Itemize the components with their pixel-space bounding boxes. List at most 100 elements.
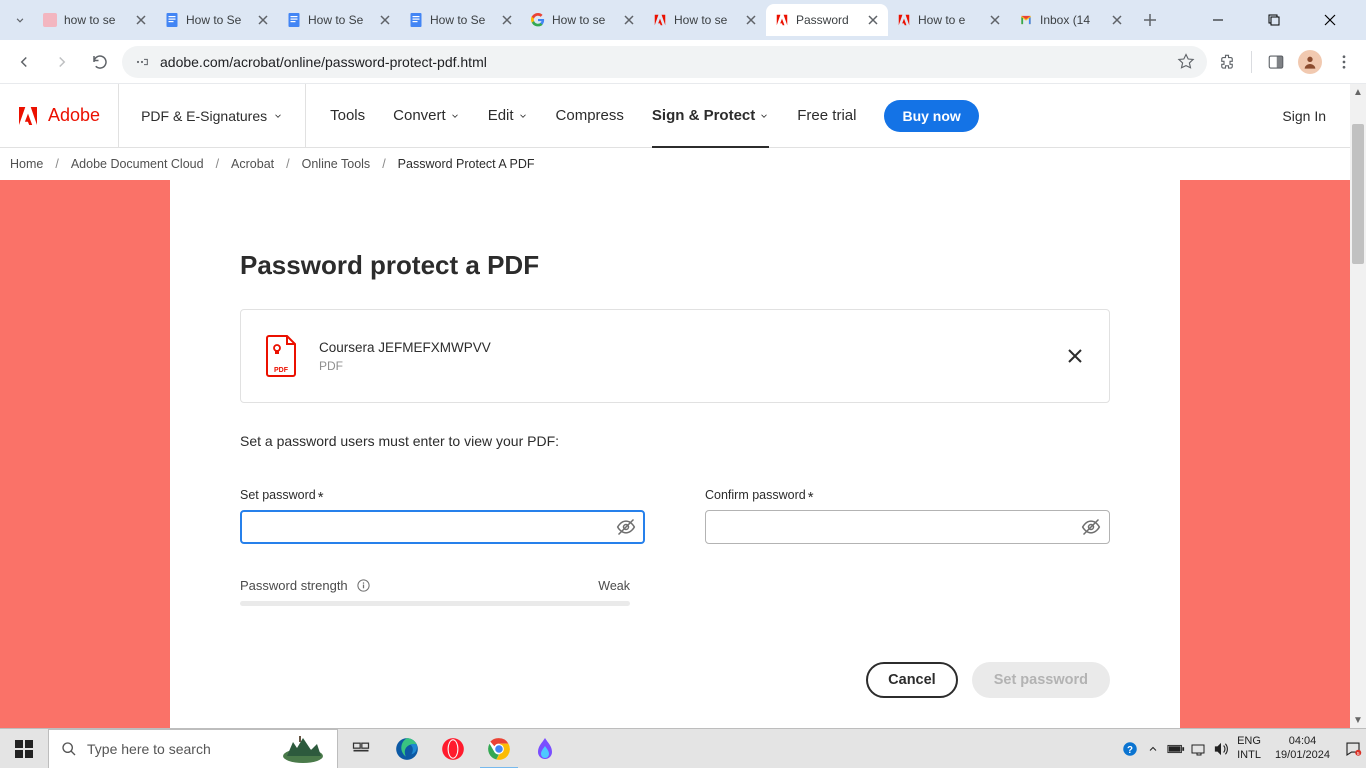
scroll-thumb[interactable] [1352,124,1364,264]
tray-clock[interactable]: 04:04 19/01/2024 [1269,735,1336,763]
close-icon[interactable] [1110,13,1124,27]
browser-tab[interactable]: how to se [34,4,156,36]
scroll-down-arrow[interactable]: ▼ [1350,712,1366,728]
browser-tab[interactable]: How to Se [278,4,400,36]
tray-overflow-button[interactable] [1147,743,1159,755]
browser-tab[interactable]: How to e [888,4,1010,36]
tab-title: Inbox (14 [1040,13,1104,27]
task-view-button[interactable] [338,729,384,768]
adobe-brand-text: Adobe [48,105,100,126]
reload-button[interactable] [84,46,116,78]
site-info-icon[interactable] [134,54,150,70]
browser-tab[interactable]: How to Se [156,4,278,36]
nav-tools[interactable]: Tools [330,84,365,147]
browser-tab[interactable]: Inbox (14 [1010,4,1132,36]
browser-tab[interactable]: How to se [644,4,766,36]
taskbar-edge[interactable] [384,729,430,768]
close-icon[interactable] [378,13,392,27]
set-password-input[interactable] [240,510,645,544]
toggle-password-visibility[interactable] [1080,516,1102,538]
tab-search-dropdown[interactable] [6,6,34,34]
toggle-password-visibility[interactable] [615,516,637,538]
close-icon[interactable] [134,13,148,27]
nav-convert[interactable]: Convert [393,84,460,147]
buy-now-button[interactable]: Buy now [884,100,978,132]
browser-tab[interactable]: How to Se [400,4,522,36]
bookmark-icon[interactable] [1177,53,1195,71]
tray-language[interactable]: ENG INTL [1237,735,1261,761]
window-minimize-button[interactable] [1198,5,1238,35]
volume-icon [1213,742,1229,756]
remove-file-button[interactable] [1063,344,1087,368]
browser-tab-active[interactable]: Password [766,4,888,36]
breadcrumb-current: Password Protect A PDF [398,157,535,171]
browser-toolbar: adobe.com/acrobat/online/password-protec… [0,40,1366,84]
back-button[interactable] [8,46,40,78]
windows-logo-icon [15,740,33,758]
chevron-down-icon [273,111,283,121]
notification-icon: 5 [1344,740,1362,758]
clock-date: 19/01/2024 [1275,749,1330,763]
chevron-down-icon [518,111,528,121]
nav-label: PDF & E-Signatures [141,108,267,124]
kebab-menu-icon[interactable] [1330,48,1358,76]
extensions-icon[interactable] [1213,48,1241,76]
nav-edit[interactable]: Edit [488,84,528,147]
chrome-icon [486,736,512,762]
taskbar-opera[interactable] [430,729,476,768]
strength-meter [240,601,630,606]
nav-label: Sign & Protect [652,107,755,124]
breadcrumb-online-tools[interactable]: Online Tools [302,157,371,171]
eye-off-icon [1081,517,1101,537]
toolbar-separator [1251,51,1252,73]
nav-pdf-esignatures[interactable]: PDF & E-Signatures [119,84,306,147]
taskbar-chrome[interactable] [476,729,522,768]
close-icon[interactable] [500,13,514,27]
help-icon: ? [1121,740,1139,758]
button-label: Cancel [888,672,936,688]
close-icon[interactable] [256,13,270,27]
profile-avatar[interactable] [1296,48,1324,76]
window-close-button[interactable] [1310,5,1350,35]
set-password-button[interactable]: Set password [972,662,1110,698]
taskbar-paint[interactable] [522,729,568,768]
strength-value: Weak [598,579,630,593]
tab-title: Password [796,13,860,27]
tray-volume-icon[interactable] [1213,742,1229,756]
adobe-logo-link[interactable]: Adobe [8,84,119,147]
tray-notifications-button[interactable]: 5 [1344,740,1362,758]
close-icon[interactable] [866,13,880,27]
nav-free-trial[interactable]: Free trial [797,84,856,147]
close-icon[interactable] [988,13,1002,27]
google-docs-icon [164,12,180,28]
search-decoration-icon [281,734,325,764]
nav-compress[interactable]: Compress [556,84,624,147]
address-bar[interactable]: adobe.com/acrobat/online/password-protec… [122,46,1207,78]
browser-tab[interactable]: How to se [522,4,644,36]
side-panel-icon[interactable] [1262,48,1290,76]
cancel-button[interactable]: Cancel [866,662,958,698]
breadcrumb-home[interactable]: Home [10,157,43,171]
close-icon[interactable] [744,13,758,27]
tray-help-button[interactable]: ? [1121,740,1139,758]
breadcrumb-doccloud[interactable]: Adobe Document Cloud [71,157,204,171]
forward-button[interactable] [46,46,78,78]
breadcrumb-acrobat[interactable]: Acrobat [231,157,274,171]
close-icon[interactable] [622,13,636,27]
confirm-password-input[interactable] [705,510,1110,544]
nav-sign-protect[interactable]: Sign & Protect [652,84,769,147]
adobe-logo-icon [16,104,40,128]
sign-in-link[interactable]: Sign In [1258,108,1350,124]
new-tab-button[interactable] [1136,6,1164,34]
network-icon [1191,742,1207,756]
tray-battery-icon[interactable] [1167,743,1185,755]
vertical-scrollbar[interactable]: ▲ ▼ [1350,84,1366,728]
window-maximize-button[interactable] [1254,5,1294,35]
taskbar-search[interactable]: Type here to search [48,729,338,768]
start-button[interactable] [0,729,48,768]
scroll-up-arrow[interactable]: ▲ [1350,84,1366,100]
adobe-icon [774,12,790,28]
strength-info-button[interactable] [356,578,371,593]
tray-network-icon[interactable] [1191,742,1207,756]
tab-title: How to se [552,13,616,27]
